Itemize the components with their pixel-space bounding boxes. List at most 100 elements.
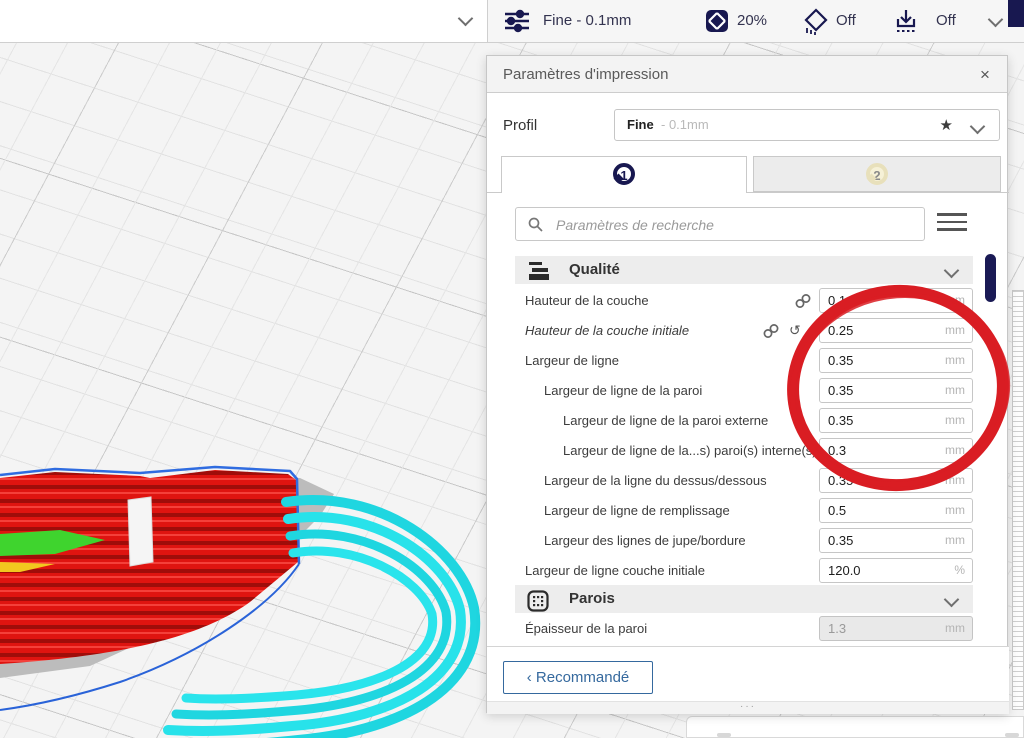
print-settings-panel: Paramètres d'impression × Profil Fine - … (486, 55, 1008, 713)
settings-scrollbar[interactable] (985, 254, 996, 302)
corner-button-fragment[interactable] (1008, 0, 1024, 27)
setting-value: 0.1 (828, 289, 846, 312)
setting-row[interactable]: Épaisseur de la paroi 1.3 mm (515, 614, 973, 644)
toolbar-expand-chevron-icon[interactable] (988, 12, 1004, 28)
tab-extruder-2[interactable]: 2 (753, 156, 1001, 192)
infill-value-label: 20% (737, 0, 767, 42)
setting-value-field[interactable]: 0.35 mm (819, 528, 973, 553)
extruder-number: 2 (873, 168, 880, 183)
profile-dropdown[interactable]: Fine - 0.1mm ★ (614, 109, 1000, 141)
setting-value: 0.35 (828, 409, 853, 432)
recommended-mode-button[interactable]: ‹ Recommandé (503, 661, 653, 694)
bottom-info-panel-fragment (686, 716, 1024, 738)
setting-unit: mm (945, 289, 965, 312)
search-input[interactable] (554, 211, 918, 239)
top-toolbar: Fine - 0.1mm 20% Off (0, 0, 1024, 43)
setting-label: Hauteur de la couche (525, 286, 649, 316)
link-icon[interactable] (763, 323, 779, 339)
setting-row[interactable]: Largeur de ligne de la paroi externe 0.3… (515, 406, 973, 436)
extruder-2-icon: 2 (866, 163, 888, 185)
chevron-down-icon (944, 263, 960, 279)
walls-icon (527, 590, 549, 612)
search-box[interactable] (515, 207, 925, 241)
section-quality[interactable]: Qualité (515, 256, 973, 284)
panel-title: Paramètres d'impression (503, 56, 668, 93)
recommended-button-label: Recommandé (536, 669, 629, 686)
extruder-number: 1 (620, 168, 627, 183)
sliders-icon (503, 8, 531, 50)
cutoff-icon-fragment (717, 733, 731, 737)
cura-app-window: { "toolbar": { "profile_summary": "Fine … (0, 0, 1024, 738)
setting-value-field[interactable]: 0.1 mm (819, 288, 973, 313)
support-icon (803, 8, 829, 50)
setting-unit: mm (945, 379, 965, 402)
setting-row[interactable]: Largeur des lignes de jupe/bordure 0.35 … (515, 526, 973, 556)
chevron-down-icon (970, 119, 986, 135)
quality-layers-icon (527, 261, 553, 281)
setting-value-field[interactable]: 0.35 mm (819, 378, 973, 403)
setting-label: Largeur de ligne de la paroi (544, 376, 702, 406)
setting-value: 1.3 (828, 617, 846, 640)
setting-unit: % (954, 559, 965, 582)
adhesion-icon (894, 8, 918, 50)
setting-unit: mm (945, 319, 965, 342)
layer-slider[interactable] (1012, 290, 1024, 710)
print-settings-summary-bar[interactable]: Fine - 0.1mm 20% Off (487, 0, 1024, 42)
section-walls[interactable]: Parois (515, 585, 973, 613)
back-chevron-icon: ‹ (527, 669, 532, 686)
setting-value-field[interactable]: 0.35 mm (819, 468, 973, 493)
setting-value-field[interactable]: 120.0 % (819, 558, 973, 583)
panel-resize-handle[interactable]: ··· (487, 701, 1009, 714)
setting-value: 0.35 (828, 349, 853, 372)
setting-row[interactable]: Largeur de ligne de la paroi 0.35 mm (515, 376, 973, 406)
infill-icon (705, 9, 729, 51)
setting-value: 0.35 (828, 469, 853, 492)
chevron-down-icon (944, 592, 960, 608)
setting-row[interactable]: Hauteur de la couche 0.1 mm (515, 286, 973, 316)
setting-unit: mm (945, 499, 965, 522)
close-icon[interactable]: × (973, 56, 997, 93)
setting-row[interactable]: Largeur de ligne couche initiale 120.0 % (515, 556, 973, 586)
setting-label: Largeur des lignes de jupe/bordure (544, 526, 746, 556)
section-title: Parois (569, 585, 615, 613)
setting-value-field-disabled: 1.3 mm (819, 616, 973, 641)
adhesion-value-label: Off (936, 0, 956, 42)
profile-label: Profil (503, 111, 537, 141)
setting-unit: mm (945, 409, 965, 432)
cutoff-icon-fragment (1005, 733, 1019, 737)
setting-value-field[interactable]: 0.3 mm (819, 438, 973, 463)
panel-header[interactable]: Paramètres d'impression × (487, 56, 1007, 93)
settings-menu-icon[interactable] (937, 213, 967, 235)
setting-label: Largeur de ligne (525, 346, 619, 376)
setting-row[interactable]: Largeur de la ligne du dessus/dessous 0.… (515, 466, 973, 496)
panel-footer: ‹ Recommandé (487, 646, 1009, 701)
setting-value-field[interactable]: 0.35 mm (819, 408, 973, 433)
star-icon[interactable]: ★ (940, 110, 953, 140)
setting-label: Largeur de ligne de la paroi externe (563, 406, 768, 436)
setting-unit: mm (945, 469, 965, 492)
setting-value: 0.3 (828, 439, 846, 462)
setting-unit: mm (945, 439, 965, 462)
link-icon[interactable] (795, 293, 811, 309)
setting-label: Largeur de la ligne du dessus/dessous (544, 466, 767, 496)
setting-row[interactable]: Largeur de ligne de remplissage 0.5 mm (515, 496, 973, 526)
setting-row[interactable]: Largeur de ligne de la...s) paroi(s) int… (515, 436, 973, 466)
setting-value: 0.5 (828, 499, 846, 522)
setting-value-field[interactable]: 0.5 mm (819, 498, 973, 523)
setting-value-field[interactable]: 0.35 mm (819, 348, 973, 373)
revert-icon[interactable]: ↺ (789, 323, 805, 339)
setting-label: Hauteur de la couche initiale (525, 316, 689, 346)
stage-collapse-chevron-icon[interactable] (458, 11, 474, 27)
profile-detail: - 0.1mm (661, 110, 709, 140)
setting-label: Largeur de ligne de la...s) paroi(s) int… (563, 436, 817, 466)
tab-extruder-1[interactable]: 1 (501, 156, 747, 193)
setting-row[interactable]: Largeur de ligne 0.35 mm (515, 346, 973, 376)
setting-value: 0.35 (828, 529, 853, 552)
setting-row[interactable]: Hauteur de la couche initiale ↺ 0.25 mm (515, 316, 973, 346)
section-title: Qualité (569, 256, 620, 284)
profile-name: Fine (627, 110, 654, 140)
setting-value-field[interactable]: 0.25 mm (819, 318, 973, 343)
setting-label: Largeur de ligne de remplissage (544, 496, 730, 526)
model-notch (128, 497, 153, 566)
setting-unit: mm (945, 617, 965, 640)
